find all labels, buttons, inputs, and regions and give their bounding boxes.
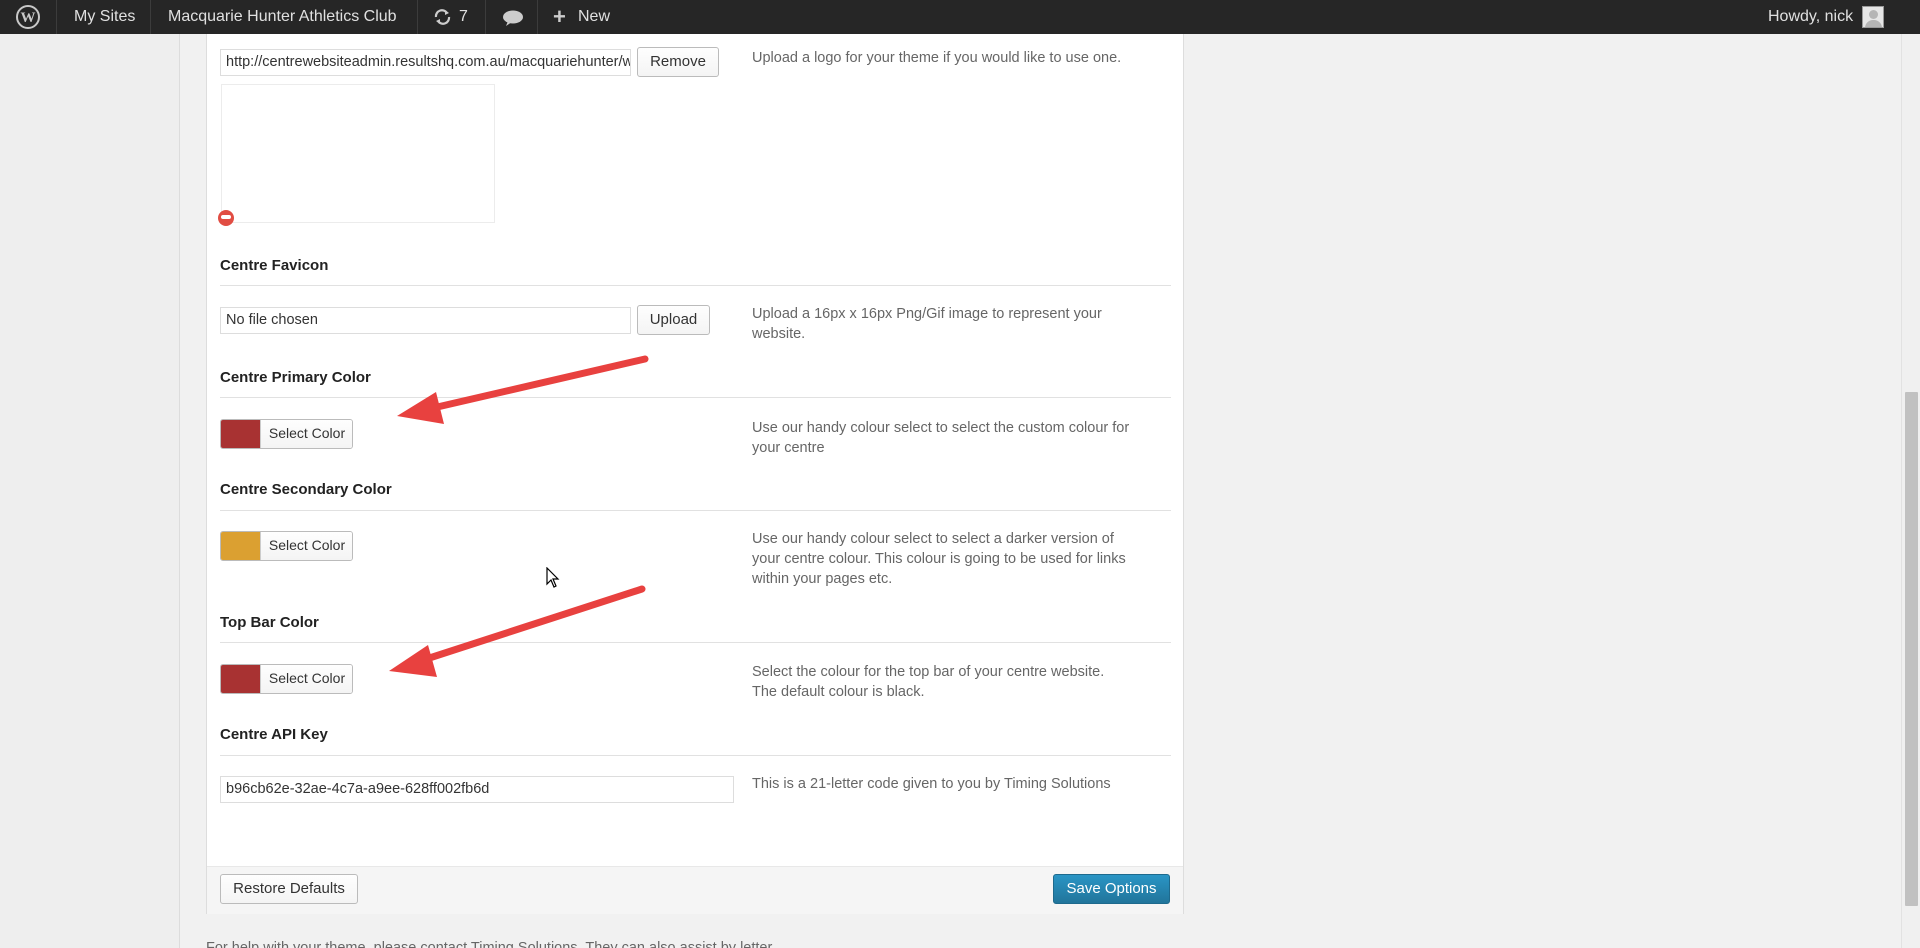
- page-scrollbar[interactable]: [1901, 34, 1920, 948]
- divider: [220, 397, 1171, 398]
- mouse-cursor-icon: [546, 567, 560, 588]
- select-color-label: Select Color: [260, 420, 352, 448]
- top-bar-color-swatch: [221, 665, 260, 693]
- scrollbar-thumb[interactable]: [1905, 392, 1918, 906]
- comments-icon[interactable]: [502, 0, 524, 34]
- help-text: For help with your theme, please contact…: [206, 940, 784, 948]
- favicon-label: Centre Favicon: [220, 257, 329, 274]
- save-options-button[interactable]: Save Options: [1053, 874, 1170, 904]
- logo-description: Upload a logo for your theme if you woul…: [752, 50, 1122, 66]
- divider: [220, 755, 1171, 756]
- top-bar-color-select-button[interactable]: Select Color: [220, 664, 353, 694]
- select-color-label: Select Color: [260, 532, 352, 560]
- secondary-color-swatch: [221, 532, 260, 560]
- top-bar-color-label: Top Bar Color: [220, 614, 319, 631]
- admin-menu-background: [0, 34, 180, 948]
- api-key-description: This is a 21-letter code given to you by…: [752, 776, 1111, 792]
- logo-url-input[interactable]: http://centrewebsiteadmin.resultshq.com.…: [220, 49, 631, 76]
- select-color-label: Select Color: [260, 665, 352, 693]
- new-label: New: [578, 8, 611, 25]
- primary-color-swatch: [221, 420, 260, 448]
- favicon-description: Upload a 16px x 16px Png/Gif image to re…: [752, 306, 1102, 342]
- separator: [417, 0, 418, 34]
- divider: [220, 510, 1171, 511]
- secondary-color-select-button[interactable]: Select Color: [220, 531, 353, 561]
- logo-preview: [221, 84, 495, 223]
- separator: [56, 0, 57, 34]
- api-key-input[interactable]: b96cb62e-32ae-4c7a-a9ee-628ff002fb6d: [220, 776, 734, 803]
- separator: [150, 0, 151, 34]
- restore-defaults-button[interactable]: Restore Defaults: [220, 874, 358, 904]
- avatar[interactable]: [1862, 6, 1884, 28]
- remove-logo-button[interactable]: Remove: [637, 47, 719, 77]
- my-sites-menu[interactable]: My Sites: [74, 0, 135, 34]
- remove-image-icon[interactable]: [218, 210, 234, 226]
- api-key-label: Centre API Key: [220, 726, 328, 743]
- updates-count: 7: [459, 8, 468, 25]
- secondary-color-description: Use our handy colour select to select a …: [752, 531, 1126, 587]
- divider: [220, 642, 1171, 643]
- divider: [220, 285, 1171, 286]
- site-name-menu[interactable]: Macquarie Hunter Athletics Club: [168, 0, 397, 34]
- updates-icon: [434, 9, 451, 25]
- my-account-menu[interactable]: Howdy, nick: [1768, 0, 1853, 34]
- separator: [485, 0, 486, 34]
- upload-favicon-button[interactable]: Upload: [637, 305, 710, 335]
- wordpress-logo-icon[interactable]: W: [12, 0, 44, 34]
- top-bar-color-description: Select the colour for the top bar of you…: [752, 664, 1105, 700]
- primary-color-description: Use our handy colour select to select th…: [752, 420, 1130, 456]
- admin-bar: W My Sites Macquarie Hunter Athletics Cl…: [0, 0, 1920, 34]
- primary-color-label: Centre Primary Color: [220, 369, 371, 386]
- favicon-file-input[interactable]: No file chosen: [220, 307, 631, 334]
- secondary-color-label: Centre Secondary Color: [220, 481, 392, 498]
- svg-text:W: W: [21, 10, 36, 26]
- primary-color-select-button[interactable]: Select Color: [220, 419, 353, 449]
- separator: [537, 0, 538, 34]
- plus-icon: +: [553, 4, 566, 29]
